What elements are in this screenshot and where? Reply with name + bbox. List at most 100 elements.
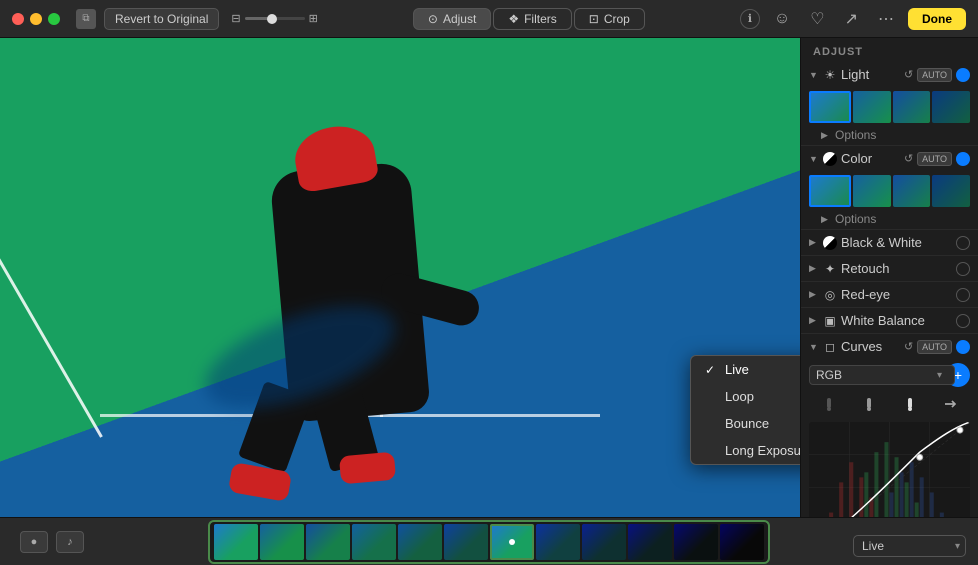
revert-button[interactable]: Revert to Original (104, 8, 219, 30)
section-curves-header[interactable]: ▼ ◻ Curves ↺ AUTO (801, 334, 978, 359)
section-curves: ▼ ◻ Curves ↺ AUTO RGB Red Green Blue (801, 334, 978, 517)
zoom-slider[interactable] (245, 17, 305, 20)
section-color-title: Color (841, 151, 900, 166)
color-thumb-2[interactable] (853, 175, 891, 207)
live-option-loop[interactable]: Loop (691, 383, 800, 410)
film-thumb-4[interactable] (352, 524, 396, 560)
section-redeye-actions (956, 288, 970, 302)
curves-arrows-btn[interactable] (938, 394, 962, 417)
undo-icon-light[interactable]: ↺ (904, 68, 913, 81)
film-thumb-10[interactable] (628, 524, 672, 560)
toggle-redeye[interactable] (956, 288, 970, 302)
section-curves-actions: ↺ AUTO (904, 340, 970, 354)
tab-crop[interactable]: ⊡ Crop (574, 8, 645, 30)
section-color: ▼ Color ↺ AUTO ▶ Options (801, 146, 978, 230)
light-thumb-4[interactable] (932, 91, 970, 123)
toggle-curves[interactable] (956, 340, 970, 354)
live-option-bounce[interactable]: Bounce (691, 410, 800, 437)
redeye-icon: ◎ (823, 288, 837, 302)
undo-icon-curves[interactable]: ↺ (904, 340, 913, 353)
film-thumb-5[interactable] (398, 524, 442, 560)
color-options[interactable]: ▶ Options (801, 209, 978, 229)
live-mode-select[interactable]: Live Loop Bounce Long Exposure (853, 535, 966, 557)
section-wb-header[interactable]: ▶ ▣ White Balance (801, 308, 978, 333)
curves-chart[interactable] (809, 422, 970, 517)
film-thumb-11[interactable] (674, 524, 718, 560)
auto-badge-curves[interactable]: AUTO (917, 340, 952, 354)
live-indicator-button[interactable]: ● (20, 531, 48, 553)
toggle-light[interactable] (956, 68, 970, 82)
share-button[interactable]: ↗ (839, 7, 864, 31)
more-button[interactable]: ⋯ (872, 7, 900, 31)
chevron-right-icon-light-opts: ▶ (821, 130, 831, 141)
zoom-slider-area[interactable]: ⊟ ⊞ (231, 12, 317, 25)
curves-icon: ◻ (823, 340, 837, 354)
toggle-wb[interactable] (956, 314, 970, 328)
curves-eyedropper-mid-btn[interactable] (857, 394, 881, 417)
rgb-channel-select[interactable]: RGB Red Green Blue Luminance (809, 365, 955, 385)
section-redeye-title: Red-eye (841, 287, 952, 302)
toggle-color[interactable] (956, 152, 970, 166)
section-bw-title: Black & White (841, 235, 952, 250)
audio-button[interactable]: ♪ (56, 531, 84, 553)
section-curves-title: Curves (841, 339, 900, 354)
section-retouch-header[interactable]: ▶ ✦ Retouch (801, 256, 978, 281)
chevron-right-icon-color-opts: ▶ (821, 214, 831, 225)
live-option-live[interactable]: ✓ Live (691, 356, 800, 383)
titlebar: ⧉ Revert to Original ⊟ ⊞ ⊙ Adjust ❖ Filt… (0, 0, 978, 38)
eyedropper-mid-icon (861, 396, 877, 412)
toggle-bw[interactable] (956, 236, 970, 250)
close-button[interactable] (12, 13, 24, 25)
film-thumb-8[interactable] (536, 524, 580, 560)
minimize-button[interactable] (30, 13, 42, 25)
color-thumb-3[interactable] (893, 175, 931, 207)
filmstrip (208, 520, 770, 564)
section-redeye-header[interactable]: ▶ ◎ Red-eye (801, 282, 978, 307)
heart-button[interactable]: ♡ (804, 7, 830, 31)
window-icon: ⧉ (76, 9, 96, 29)
section-light-header[interactable]: ▼ ☀ Light ↺ AUTO (801, 62, 978, 87)
light-thumb-strip (801, 87, 978, 125)
color-thumb-1[interactable] (809, 175, 851, 207)
undo-icon-color[interactable]: ↺ (904, 152, 913, 165)
tab-adjust[interactable]: ⊙ Adjust (413, 8, 491, 30)
filmstrip-controls-left: ● ♪ (20, 531, 84, 553)
tab-filters[interactable]: ❖ Filters (493, 8, 571, 30)
light-thumb-2[interactable] (853, 91, 891, 123)
curves-eyedropper-light-btn[interactable] (898, 394, 922, 417)
auto-badge-color[interactable]: AUTO (917, 152, 952, 166)
color-thumb-4[interactable] (932, 175, 970, 207)
film-thumb-9[interactable] (582, 524, 626, 560)
film-thumb-2[interactable] (260, 524, 304, 560)
section-retouch-actions (956, 262, 970, 276)
plus-icon: + (954, 368, 962, 382)
section-bw-actions (956, 236, 970, 250)
light-thumb-1[interactable] (809, 91, 851, 123)
film-thumb-6[interactable] (444, 524, 488, 560)
section-color-header[interactable]: ▼ Color ↺ AUTO (801, 146, 978, 171)
done-button[interactable]: Done (908, 8, 966, 30)
light-thumb-3[interactable] (893, 91, 931, 123)
speaker-icon: ♪ (67, 536, 73, 548)
live-indicator-icon: ● (31, 536, 38, 548)
film-thumb-7[interactable] (490, 524, 534, 560)
film-thumb-1[interactable] (214, 524, 258, 560)
curves-eyedropper-dark-btn[interactable] (817, 394, 841, 417)
section-retouch: ▶ ✦ Retouch (801, 256, 978, 282)
info-button[interactable]: ℹ (740, 9, 760, 29)
live-option-longexposure[interactable]: Long Exposure (691, 437, 800, 464)
light-options[interactable]: ▶ Options (801, 125, 978, 145)
emoji-button[interactable]: ☺ (768, 8, 796, 30)
film-thumb-12[interactable] (720, 524, 764, 560)
film-thumb-3[interactable] (306, 524, 350, 560)
auto-badge-light[interactable]: AUTO (917, 68, 952, 82)
fullscreen-button[interactable] (48, 13, 60, 25)
adjust-icon: ⊙ (428, 12, 438, 26)
eyedropper-light-icon (902, 396, 918, 412)
wb-icon: ▣ (823, 314, 837, 328)
tab-adjust-label: Adjust (443, 12, 476, 26)
section-bw-header[interactable]: ▶ Black & White (801, 230, 978, 255)
chevron-right-icon-redeye: ▶ (809, 289, 819, 300)
toggle-retouch[interactable] (956, 262, 970, 276)
photo-area[interactable]: ✓ Live Loop Bounce Long Exposure (0, 38, 800, 517)
